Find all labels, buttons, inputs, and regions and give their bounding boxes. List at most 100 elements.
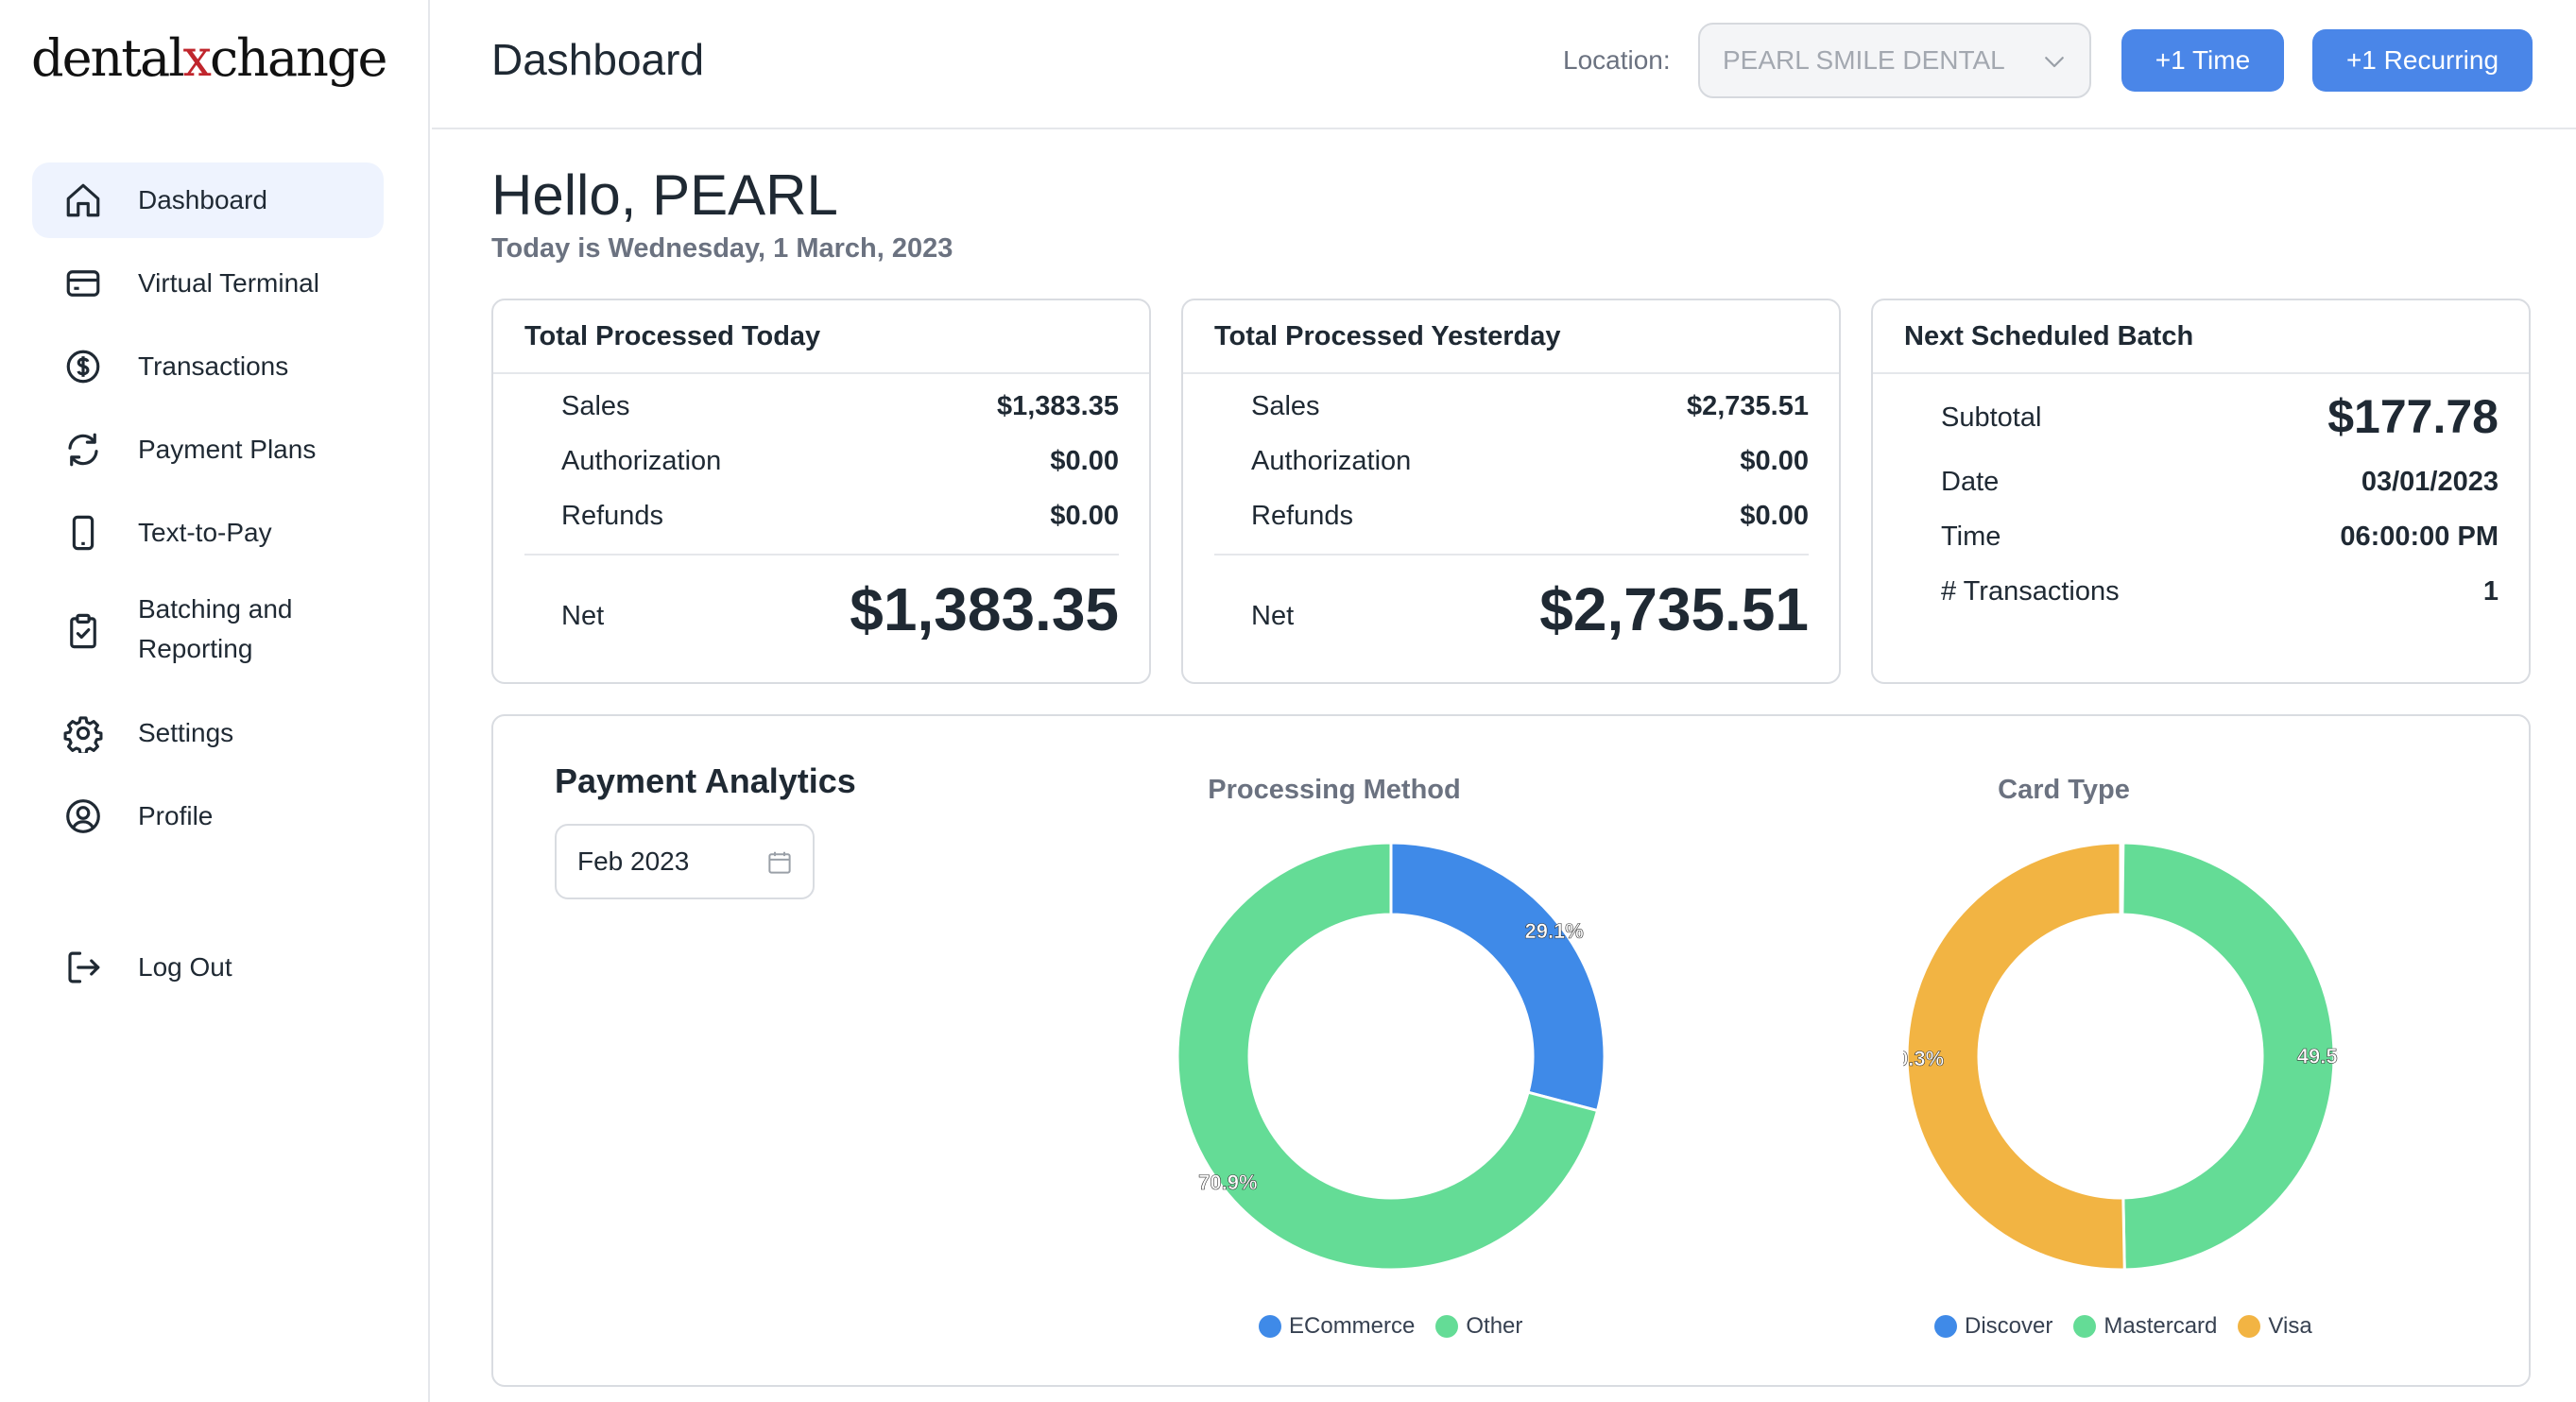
- logo-text-x: x: [182, 28, 212, 88]
- sidebar-item-virtual-terminal[interactable]: Virtual Terminal: [32, 246, 384, 321]
- dollar-circle-icon: [62, 346, 104, 387]
- refunds-value: $0.00: [1050, 501, 1119, 531]
- divider: [524, 554, 1119, 556]
- authorization-label: Authorization: [561, 446, 722, 476]
- card-next-scheduled-batch: Next Scheduled Batch Subtotal $177.78 Da…: [1871, 299, 2531, 684]
- processing-method-legend: ECommerce Other: [1259, 1313, 1522, 1340]
- card-title: Next Scheduled Batch: [1904, 321, 2194, 351]
- location-label: Location:: [1563, 45, 1671, 75]
- sidebar-item-label: Virtual Terminal: [138, 268, 319, 298]
- transactions-count-value: 1: [2482, 576, 2499, 607]
- sidebar-item-label: Profile: [138, 801, 214, 830]
- card-header: Next Scheduled Batch: [1873, 300, 2529, 374]
- sidebar-item-batching-reporting[interactable]: Batching and Reporting: [32, 578, 384, 682]
- sales-value: $2,735.51: [1686, 391, 1809, 421]
- sales-label: Sales: [1251, 391, 1320, 421]
- divider: [1214, 554, 1809, 556]
- chart-title-processing-method: Processing Method: [1208, 775, 1461, 805]
- card-title: Total Processed Today: [524, 321, 821, 351]
- subtotal-label: Subtotal: [1941, 402, 2042, 433]
- logo-text-right: change: [209, 28, 388, 88]
- sidebar-item-label: Text-to-Pay: [138, 518, 272, 547]
- sidebar-item-profile[interactable]: Profile: [32, 778, 384, 854]
- date-label: Date: [1941, 467, 2000, 497]
- sidebar-item-settings[interactable]: Settings: [32, 695, 384, 771]
- refunds-value: $0.00: [1740, 501, 1809, 531]
- net-row: Net $2,735.51: [1251, 574, 1809, 650]
- gear-icon: [62, 712, 104, 754]
- location-select[interactable]: PEARL SMILE DENTAL: [1698, 23, 2091, 98]
- sidebar-item-label: Log Out: [138, 952, 232, 982]
- legend-label: ECommerce: [1289, 1313, 1416, 1339]
- date-value: 03/01/2023: [2361, 467, 2499, 497]
- legend-item-other[interactable]: Other: [1435, 1313, 1522, 1340]
- authorization-label: Authorization: [1251, 446, 1412, 476]
- net-label: Net: [1251, 601, 1295, 631]
- chevron-down-icon: [2040, 47, 2069, 76]
- card-total-processed-today: Total Processed Today Sales $1,383.35 Au…: [491, 299, 1151, 684]
- sidebar-item-dashboard[interactable]: Dashboard: [32, 162, 384, 238]
- add-recurring-button[interactable]: +1 Recurring: [2312, 29, 2533, 92]
- chart-title-card-type: Card Type: [1998, 775, 2130, 805]
- sidebar-item-text-to-pay[interactable]: Text-to-Pay: [32, 495, 384, 571]
- slice-label-mastercard: 49.5%: [2297, 1044, 2338, 1068]
- location-select-value: PEARL SMILE DENTAL: [1723, 45, 2005, 75]
- refunds-label: Refunds: [1251, 501, 1354, 531]
- greeting-title: Hello, PEARL: [491, 163, 838, 227]
- legend-swatch: [1259, 1315, 1281, 1338]
- authorization-value: $0.00: [1050, 446, 1119, 476]
- legend-label: Other: [1466, 1313, 1523, 1339]
- logout-icon: [62, 947, 104, 988]
- payment-analytics-panel: Payment Analytics Feb 2023 Processing Me…: [491, 714, 2531, 1387]
- legend-item-ecommerce[interactable]: ECommerce: [1259, 1313, 1415, 1340]
- subtotal-value: $177.78: [2327, 390, 2499, 443]
- sidebar-item-logout[interactable]: Log Out: [32, 930, 384, 1005]
- legend-swatch: [2073, 1315, 2097, 1338]
- logo-text-left: dental: [31, 28, 184, 88]
- card-header: Total Processed Today: [493, 300, 1149, 374]
- month-picker-value: Feb 2023: [577, 846, 690, 876]
- slice-ecommerce[interactable]: [1389, 841, 1606, 1113]
- sidebar-item-label: Payment Plans: [138, 435, 317, 464]
- legend-swatch: [1934, 1315, 1957, 1338]
- card-header: Total Processed Yesterday: [1183, 300, 1839, 374]
- net-value: $2,735.51: [1539, 575, 1809, 643]
- clipboard-check-icon: [62, 610, 104, 652]
- sidebar-item-label: Dashboard: [138, 185, 267, 214]
- phone-icon: [62, 512, 104, 554]
- month-picker[interactable]: Feb 2023: [555, 824, 815, 899]
- sidebar-item-payment-plans[interactable]: Payment Plans: [32, 412, 384, 487]
- sales-value: $1,383.35: [996, 391, 1119, 421]
- card-type-legend: Discover Mastercard Visa: [1934, 1313, 2312, 1340]
- top-bar: Dashboard Location: PEARL SMILE DENTAL +…: [432, 0, 2576, 129]
- subtotal-row: Subtotal $177.78: [1941, 389, 2499, 452]
- calendar-icon: [765, 848, 794, 877]
- greeting-date: Today is Wednesday, 1 March, 2023: [491, 233, 953, 264]
- time-value: 06:00:00 PM: [2340, 521, 2499, 552]
- analytics-title: Payment Analytics: [555, 761, 856, 800]
- sidebar-item-label: Transactions: [138, 351, 289, 381]
- net-row: Net $1,383.35: [561, 574, 1119, 650]
- sidebar-item-transactions[interactable]: Transactions: [32, 329, 384, 404]
- dentalxchange-logo[interactable]: dentalxchange: [31, 28, 388, 88]
- card-type-donut: 49.5% 50.3%: [1903, 841, 2338, 1272]
- refunds-label: Refunds: [561, 501, 664, 531]
- legend-item-visa[interactable]: Visa: [2238, 1313, 2312, 1340]
- sidebar-item-label: Settings: [138, 718, 234, 747]
- legend-label: Discover: [1965, 1313, 2053, 1339]
- card-total-processed-yesterday: Total Processed Yesterday Sales $2,735.5…: [1181, 299, 1841, 684]
- page-title: Dashboard: [491, 35, 705, 84]
- refresh-icon: [62, 429, 104, 470]
- slice-label-other: 70.9%: [1198, 1171, 1257, 1194]
- sales-label: Sales: [561, 391, 630, 421]
- legend-swatch: [1435, 1315, 1459, 1338]
- legend-item-mastercard[interactable]: Mastercard: [2073, 1313, 2217, 1340]
- slice-label-visa: 50.3%: [1903, 1047, 1944, 1070]
- legend-label: Visa: [2268, 1313, 2312, 1339]
- transactions-count-label: # Transactions: [1941, 576, 2120, 607]
- slice-label-ecommerce: 29.1%: [1524, 919, 1583, 943]
- authorization-value: $0.00: [1740, 446, 1809, 476]
- time-label: Time: [1941, 521, 2001, 552]
- legend-item-discover[interactable]: Discover: [1934, 1313, 2052, 1340]
- add-one-time-button[interactable]: +1 Time: [2121, 29, 2284, 92]
